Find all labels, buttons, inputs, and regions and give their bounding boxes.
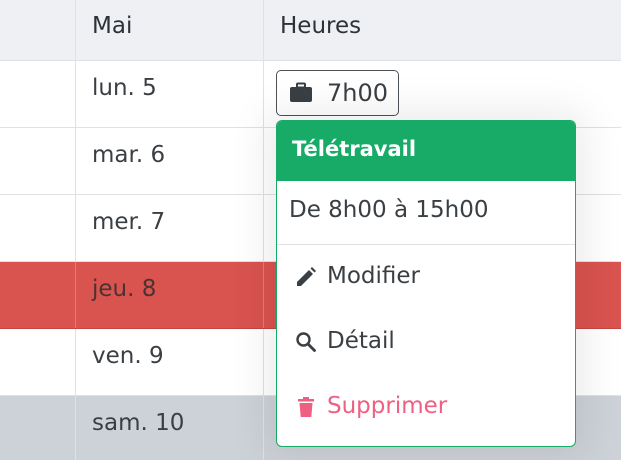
hours-entry-button[interactable]: 7h00 [276, 70, 399, 116]
row-gutter [0, 61, 76, 127]
day-label: sam. 10 [92, 410, 185, 436]
detail-label: Détail [327, 328, 395, 354]
day-label: jeu. 8 [92, 276, 157, 302]
day-cell: lun. 5 [76, 61, 264, 127]
row-gutter [0, 329, 76, 395]
day-cell: ven. 9 [76, 329, 264, 395]
header-month-label: Mai [92, 13, 133, 39]
day-cell: mer. 7 [76, 195, 264, 261]
edit-label: Modifier [327, 263, 420, 289]
delete-label: Supprimer [327, 393, 448, 419]
table-header-row: Mai Heures [0, 0, 621, 61]
popover-time-range: De 8h00 à 15h00 [289, 197, 489, 223]
row-gutter [0, 195, 76, 261]
edit-menu-item[interactable]: Modifier [277, 251, 575, 307]
pencil-icon [297, 267, 316, 286]
entry-popover: Télétravail De 8h00 à 15h00 Modifier Dét… [276, 120, 576, 447]
day-label: mer. 7 [92, 209, 166, 235]
popover-title: Télétravail [292, 137, 417, 161]
header-hours-label: Heures [280, 13, 362, 39]
magnifier-icon [296, 332, 316, 352]
popover-header: Télétravail [277, 121, 575, 181]
day-label: mar. 6 [92, 142, 166, 168]
day-cell: sam. 10 [76, 396, 264, 460]
delete-menu-item[interactable]: Supprimer [277, 381, 575, 437]
hours-entry-label: 7h00 [327, 79, 389, 107]
popover-divider [277, 244, 575, 245]
detail-menu-item[interactable]: Détail [277, 316, 575, 372]
row-gutter [0, 128, 76, 194]
briefcase-icon [290, 82, 312, 102]
header-cell-month: Mai [76, 0, 264, 60]
trash-icon [298, 397, 314, 417]
header-cell-empty [0, 0, 76, 60]
row-gutter [0, 262, 76, 328]
day-label: ven. 9 [92, 343, 164, 369]
day-cell: jeu. 8 [76, 262, 264, 328]
header-cell-hours: Heures [264, 0, 621, 60]
day-cell: mar. 6 [76, 128, 264, 194]
row-gutter [0, 396, 76, 460]
day-label: lun. 5 [92, 75, 157, 101]
